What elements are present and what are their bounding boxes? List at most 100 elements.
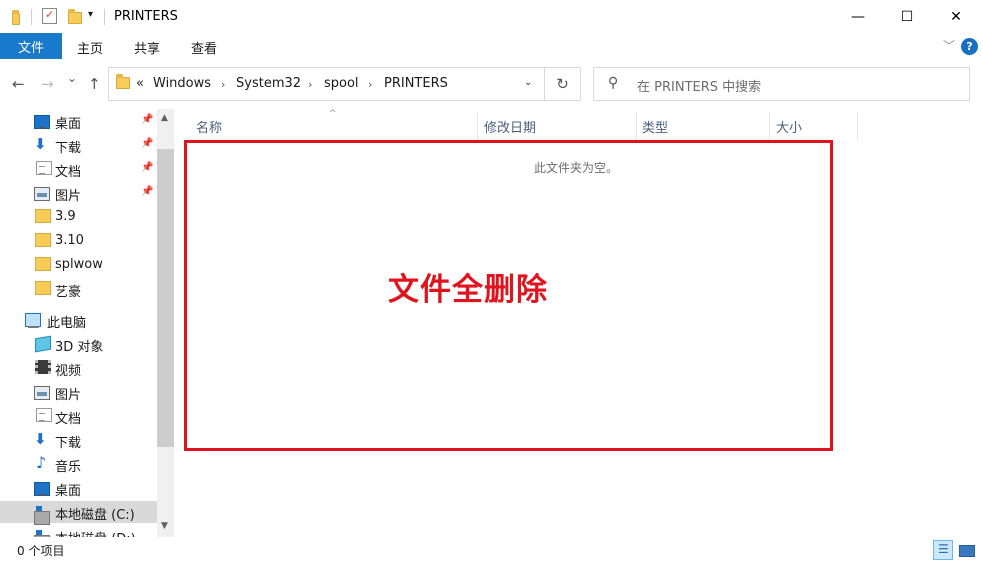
sort-ascending-icon: ^ xyxy=(329,109,337,119)
download-icon: ⬇ xyxy=(34,430,47,448)
pin-icon[interactable]: 📌 xyxy=(141,186,153,197)
pin-icon[interactable]: 📌 xyxy=(141,162,153,173)
tab-share[interactable]: 共享 xyxy=(134,38,160,57)
maximize-button[interactable]: ☐ xyxy=(883,0,931,33)
quick-access-customize-icon[interactable]: ▾ xyxy=(88,9,93,20)
pictures-icon xyxy=(34,187,50,201)
drive-icon xyxy=(34,506,50,525)
sidebar-item-documents-pc[interactable]: 文档 xyxy=(0,405,157,427)
address-bar[interactable]: « Windows › System32 › spool › PRINTERS … xyxy=(108,67,545,101)
address-dropdown-icon[interactable]: ⌄ xyxy=(524,77,532,88)
sidebar-item-pictures-pc[interactable]: 图片 xyxy=(0,381,157,403)
sidebar-item-documents[interactable]: 文档 📌 xyxy=(0,158,157,180)
breadcrumb-system32[interactable]: System32 xyxy=(236,76,301,91)
sidebar-scrollbar[interactable]: ▲ ▼ xyxy=(157,109,174,537)
sidebar-item-label: 本地磁盘 (D:) xyxy=(55,528,136,537)
properties-icon[interactable] xyxy=(42,8,57,24)
pin-icon[interactable]: 📌 xyxy=(141,114,153,125)
window-title: PRINTERS xyxy=(114,9,178,24)
item-count: 0 个项目 xyxy=(17,544,65,558)
refresh-button[interactable]: ↻ xyxy=(545,67,581,101)
navigation-pane: 桌面 📌 ⬇ 下载 📌 文档 📌 图片 📌 3.9 3.10 splwow 艺豪… xyxy=(0,109,175,537)
column-divider[interactable] xyxy=(477,112,478,140)
tab-file[interactable]: 文件 xyxy=(0,33,62,59)
download-icon: ⬇ xyxy=(34,135,47,153)
pin-icon[interactable]: 📌 xyxy=(141,138,153,149)
help-icon[interactable]: ? xyxy=(961,38,978,55)
details-view-button[interactable] xyxy=(933,540,953,560)
sidebar-item-label: 下载 xyxy=(55,436,82,451)
sidebar-item-label: 3.9 xyxy=(55,209,76,224)
music-icon: ♪ xyxy=(36,453,47,472)
minimize-button[interactable]: — xyxy=(834,0,882,33)
sidebar-item-pictures[interactable]: 图片 📌 xyxy=(0,182,157,204)
search-box[interactable]: ⚲ 在 PRINTERS 中搜索 xyxy=(593,67,970,101)
sidebar-item-3d-objects[interactable]: 3D 对象 xyxy=(0,333,157,355)
breadcrumb-windows[interactable]: Windows xyxy=(153,76,211,91)
sidebar-item-music[interactable]: ♪ 音乐 xyxy=(0,453,157,476)
breadcrumb-separator[interactable]: › xyxy=(308,78,312,91)
sidebar-item-drive-c[interactable]: 本地磁盘 (C:) xyxy=(0,501,157,525)
close-button[interactable]: ✕ xyxy=(932,0,980,33)
sidebar-item-folder-splwow[interactable]: splwow xyxy=(0,254,157,276)
tab-home[interactable]: 主页 xyxy=(77,38,103,57)
sidebar-item-label: 此电脑 xyxy=(47,316,87,331)
column-header-name[interactable]: 名称 xyxy=(196,117,222,136)
sidebar-item-label: 3.10 xyxy=(55,233,84,248)
sidebar-item-folder-3-9[interactable]: 3.9 xyxy=(0,206,157,228)
sidebar-item-label: 音乐 xyxy=(55,460,82,475)
up-button[interactable]: ↑ xyxy=(88,75,101,93)
toolbar-divider xyxy=(104,9,105,25)
scroll-down-icon[interactable]: ▼ xyxy=(161,521,168,531)
new-folder-icon[interactable] xyxy=(68,9,82,24)
sidebar-item-desktop[interactable]: 桌面 📌 xyxy=(0,110,157,132)
sidebar-item-label: 视频 xyxy=(55,364,82,379)
large-icons-view-button[interactable] xyxy=(957,540,977,560)
column-header-modified[interactable]: 修改日期 xyxy=(484,117,536,136)
search-icon: ⚲ xyxy=(608,75,619,91)
sidebar-item-label: 下载 xyxy=(55,141,82,156)
folder-icon xyxy=(35,257,51,271)
breadcrumb-separator[interactable]: › xyxy=(221,78,225,91)
forward-button[interactable]: → xyxy=(41,75,54,93)
desktop-icon xyxy=(34,115,50,129)
navigation-bar: ← → ⌄ ↑ « Windows › System32 › spool › P… xyxy=(0,59,983,109)
3d-objects-icon xyxy=(35,335,51,353)
breadcrumb-overflow[interactable]: « xyxy=(136,76,144,91)
sidebar-item-downloads-pc[interactable]: ⬇ 下载 xyxy=(0,429,157,452)
folder-icon xyxy=(12,10,20,25)
sidebar-item-label: 本地磁盘 (C:) xyxy=(55,508,135,523)
document-icon xyxy=(36,161,52,175)
tab-view[interactable]: 查看 xyxy=(191,38,217,57)
recent-locations-button[interactable]: ⌄ xyxy=(67,71,77,85)
folder-icon xyxy=(35,281,51,295)
column-divider[interactable] xyxy=(769,112,770,140)
scrollbar-thumb[interactable] xyxy=(157,149,174,447)
desktop-icon xyxy=(34,482,50,496)
sidebar-item-videos[interactable]: 视频 xyxy=(0,357,157,379)
sidebar-item-label: 文档 xyxy=(55,165,82,180)
scroll-up-icon[interactable]: ▲ xyxy=(161,113,168,123)
sidebar-item-folder-yihao[interactable]: 艺豪 xyxy=(0,278,157,300)
folder-icon xyxy=(116,74,130,89)
breadcrumb-printers[interactable]: PRINTERS xyxy=(384,76,448,91)
column-divider[interactable] xyxy=(636,112,637,140)
document-icon xyxy=(36,408,52,422)
breadcrumb-separator[interactable]: › xyxy=(368,78,372,91)
status-bar: 0 个项目 xyxy=(0,537,983,563)
column-divider[interactable] xyxy=(857,112,858,140)
folder-icon xyxy=(35,233,51,247)
sidebar-item-label: 文档 xyxy=(55,412,82,427)
back-button[interactable]: ← xyxy=(12,75,25,93)
sidebar-item-drive-d[interactable]: 本地磁盘 (D:) xyxy=(0,525,157,537)
sidebar-item-downloads[interactable]: ⬇ 下载 📌 xyxy=(0,134,157,157)
column-header-type[interactable]: 类型 xyxy=(642,117,668,136)
sidebar-item-label: 艺豪 xyxy=(55,285,82,300)
breadcrumb-spool[interactable]: spool xyxy=(324,76,359,91)
ribbon-expand-icon[interactable]: ﹀ xyxy=(943,37,955,54)
sidebar-item-desktop-pc[interactable]: 桌面 xyxy=(0,477,157,499)
column-header-size[interactable]: 大小 xyxy=(776,117,802,136)
search-input[interactable]: 在 PRINTERS 中搜索 xyxy=(637,76,761,95)
sidebar-item-folder-3-10[interactable]: 3.10 xyxy=(0,230,157,252)
sidebar-item-this-pc[interactable]: 此电脑 xyxy=(0,309,157,331)
